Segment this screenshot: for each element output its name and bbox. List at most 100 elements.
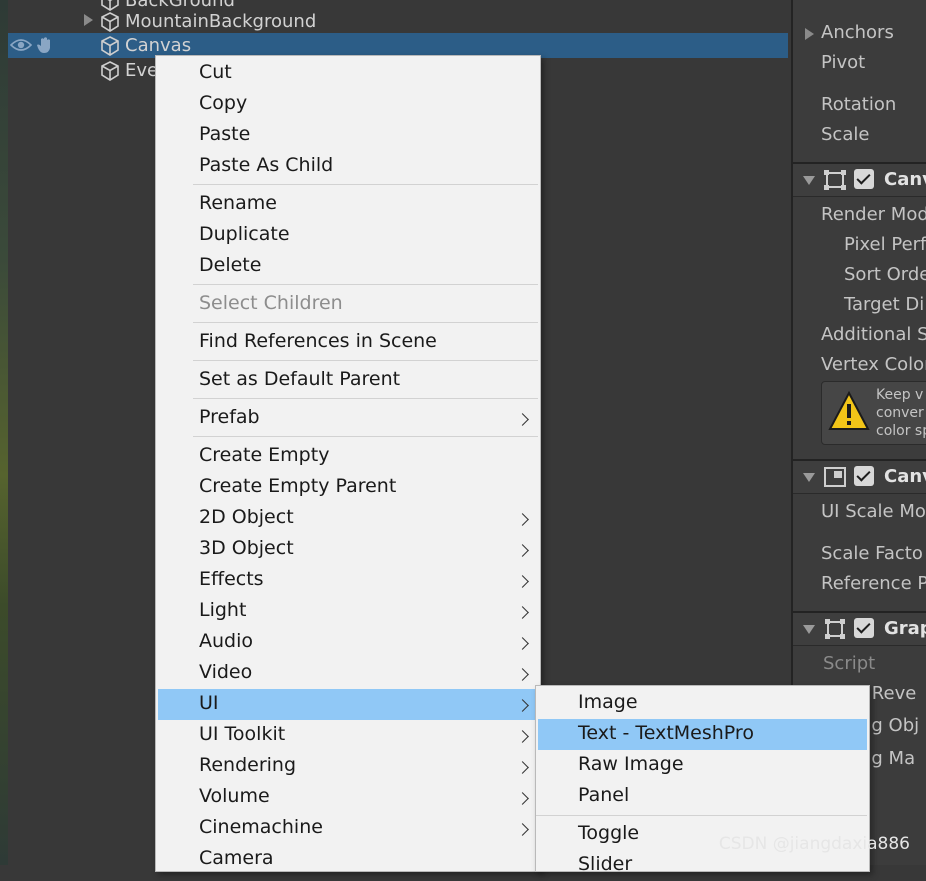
- render-mode-label: Render Mod: [821, 204, 926, 225]
- component-title: Grap: [884, 618, 926, 639]
- menu-item-light[interactable]: Light: [158, 596, 538, 627]
- script-label: Script: [823, 653, 876, 674]
- menu-item-ui[interactable]: UI: [158, 689, 538, 720]
- watermark: CSDN @jiangdaxia886: [718, 834, 910, 854]
- menu-separator: [193, 398, 538, 399]
- submenu-arrow-icon: [516, 823, 529, 836]
- menu-item-label: 3D Object: [199, 537, 294, 559]
- menu-item-image[interactable]: Image: [538, 688, 867, 719]
- anchors-fold-icon[interactable]: [805, 28, 814, 40]
- menu-item-paste-as-child[interactable]: Paste As Child: [158, 151, 538, 182]
- collapse-triangle-icon[interactable]: [803, 176, 815, 185]
- checkbox-icon[interactable]: [854, 169, 874, 189]
- menu-item-raw-image[interactable]: Raw Image: [538, 750, 867, 781]
- menu-separator: [193, 284, 538, 285]
- warning-text-line: conver: [876, 405, 924, 421]
- menu-item-label: Select Children: [199, 292, 343, 314]
- menu-item-label: Image: [578, 691, 638, 713]
- ui-scale-mode-label: UI Scale Mo: [821, 501, 926, 522]
- rotation-label: Rotation: [821, 94, 897, 115]
- cube-icon: [101, 61, 119, 81]
- collapse-triangle-icon[interactable]: [803, 625, 815, 634]
- menu-separator: [193, 436, 538, 437]
- pixel-perfect-label: Pixel Perf: [844, 234, 926, 255]
- menu-separator: [536, 815, 867, 816]
- menu-item-ui-toolkit[interactable]: UI Toolkit: [158, 720, 538, 751]
- menu-item-label: Prefab: [199, 406, 260, 428]
- menu-item-2d-object[interactable]: 2D Object: [158, 503, 538, 534]
- collapse-triangle-icon[interactable]: [803, 473, 815, 482]
- menu-item-camera[interactable]: Camera: [158, 844, 538, 875]
- menu-item-select-children[interactable]: Select Children: [158, 289, 538, 320]
- menu-item-label: Rendering: [199, 754, 297, 776]
- checkbox-icon[interactable]: [854, 466, 874, 486]
- canvas-icon: [824, 170, 846, 190]
- hierarchy-item[interactable]: MountainBackground: [8, 9, 788, 34]
- menu-item-label: Create Empty: [199, 444, 330, 466]
- anchors-label[interactable]: Anchors: [821, 22, 894, 43]
- menu-item-prefab[interactable]: Prefab: [158, 403, 538, 434]
- additional-shader-label: Additional S: [821, 324, 926, 345]
- raycaster-icon: [825, 619, 845, 639]
- graphic-raycaster-header[interactable]: Grap: [793, 611, 926, 646]
- menu-separator: [193, 360, 538, 361]
- menu-item-label: Paste: [199, 123, 251, 145]
- expand-arrow-icon[interactable]: [84, 14, 93, 26]
- menu-item-3d-object[interactable]: 3D Object: [158, 534, 538, 565]
- component-title: Canv: [884, 466, 926, 487]
- menu-item-label: Delete: [199, 254, 262, 276]
- menu-item-duplicate[interactable]: Duplicate: [158, 220, 538, 251]
- submenu-arrow-icon: [516, 792, 529, 805]
- menu-item-label: Find References in Scene: [199, 330, 437, 352]
- menu-item-label: Video: [199, 661, 253, 683]
- target-display-label: Target Di: [844, 294, 925, 315]
- menu-item-cut[interactable]: Cut: [158, 58, 538, 89]
- menu-item-cinemachine[interactable]: Cinemachine: [158, 813, 538, 844]
- reference-pixels-label: Reference P: [821, 573, 926, 594]
- eye-icon[interactable]: [10, 37, 32, 53]
- menu-item-copy[interactable]: Copy: [158, 89, 538, 120]
- submenu-arrow-icon: [516, 513, 529, 526]
- menu-item-label: Copy: [199, 92, 248, 114]
- menu-item-panel[interactable]: Panel: [538, 781, 867, 812]
- menu-item-rename[interactable]: Rename: [158, 189, 538, 220]
- submenu-arrow-icon: [516, 668, 529, 681]
- hierarchy-item-label: Eve: [125, 60, 159, 81]
- scale-factor-label: Scale Facto: [821, 543, 923, 564]
- menu-separator: [193, 184, 538, 185]
- menu-item-label: Slider: [578, 853, 633, 875]
- menu-item-label: Light: [199, 599, 247, 621]
- context-menu: Cut Copy Paste Paste As Child Rename Duplicat…: [155, 55, 541, 872]
- submenu-arrow-icon: [516, 413, 529, 426]
- menu-item-create-empty[interactable]: Create Empty: [158, 441, 538, 472]
- canvas-scaler-header[interactable]: Canv: [793, 459, 926, 494]
- menu-item-label: Create Empty Parent: [199, 475, 397, 497]
- sort-order-label: Sort Orde: [844, 264, 926, 285]
- component-title: Canv: [884, 169, 926, 190]
- submenu-arrow-icon: [516, 606, 529, 619]
- cube-icon: [101, 12, 119, 32]
- canvas-component-header[interactable]: Canv: [793, 162, 926, 197]
- menu-item-delete[interactable]: Delete: [158, 251, 538, 282]
- menu-item-label: Panel: [578, 784, 630, 806]
- menu-item-rendering[interactable]: Rendering: [158, 751, 538, 782]
- menu-item-label: Text - TextMeshPro: [578, 722, 754, 744]
- checkbox-icon[interactable]: [854, 618, 874, 638]
- menu-item-audio[interactable]: Audio: [158, 627, 538, 658]
- menu-item-find-references-in-scene[interactable]: Find References in Scene: [158, 327, 538, 358]
- menu-item-label: Cut: [199, 61, 232, 83]
- menu-item-label: UI: [199, 692, 219, 714]
- menu-item-effects[interactable]: Effects: [158, 565, 538, 596]
- menu-item-slider[interactable]: Slider: [538, 850, 867, 881]
- menu-item-video[interactable]: Video: [158, 658, 538, 689]
- hand-icon[interactable]: [36, 36, 54, 54]
- menu-item-paste[interactable]: Paste: [158, 120, 538, 151]
- menu-item-label: Set as Default Parent: [199, 368, 401, 390]
- warning-icon: [828, 391, 870, 430]
- menu-item-label: Volume: [199, 785, 270, 807]
- menu-item-set-as-default-parent[interactable]: Set as Default Parent: [158, 365, 538, 396]
- menu-item-label: Camera: [199, 847, 274, 869]
- menu-item-volume[interactable]: Volume: [158, 782, 538, 813]
- menu-item-create-empty-parent[interactable]: Create Empty Parent: [158, 472, 538, 503]
- menu-item-text-textmeshpro[interactable]: Text - TextMeshPro: [538, 719, 867, 750]
